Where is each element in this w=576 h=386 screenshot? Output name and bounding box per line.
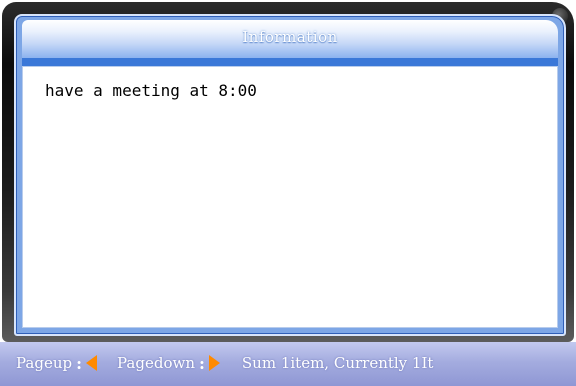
pageup-arrow-icon[interactable] — [86, 355, 98, 371]
title-divider — [22, 58, 558, 66]
window-title: Information — [242, 28, 338, 46]
pageup-label: Pageup — [16, 354, 73, 372]
status-bar: Pageup : Pagedown : Sum 1item, Currently… — [0, 342, 576, 386]
status-row: Pageup : Pagedown : Sum 1item, Currently… — [16, 352, 433, 374]
message-area: have a meeting at 8:00 — [22, 66, 558, 328]
pagedown-arrow-icon[interactable] — [208, 355, 220, 371]
information-window: Information have a meeting at 8:00 — [14, 14, 566, 336]
pagedown-separator: : — [199, 353, 205, 373]
record-summary: Sum 1item, Currently 1It — [241, 354, 434, 372]
device-screen: Information have a meeting at 8:00 Pageu… — [0, 0, 576, 386]
message-text: have a meeting at 8:00 — [45, 81, 257, 100]
pagedown-label: Pagedown — [117, 354, 195, 372]
pageup-separator: : — [76, 353, 83, 373]
title-bar: Information — [22, 20, 558, 58]
